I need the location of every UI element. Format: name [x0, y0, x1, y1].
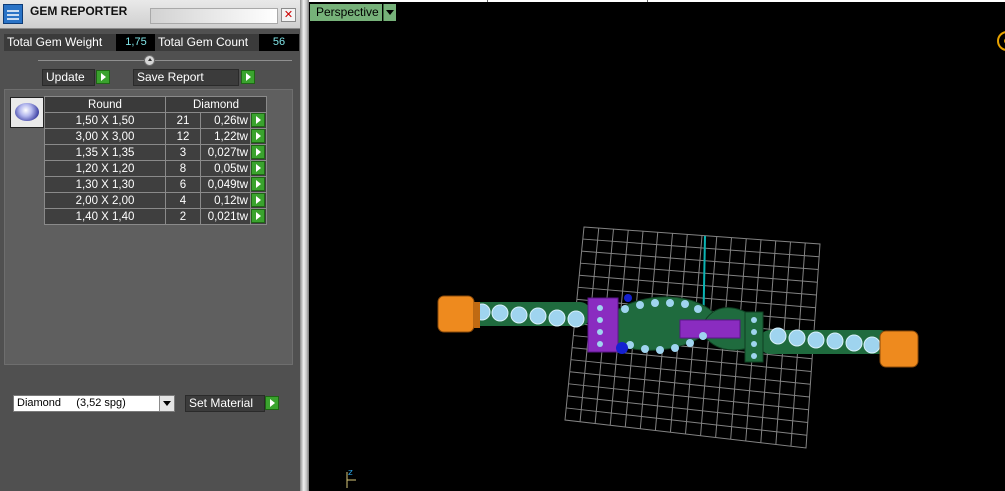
axis-gizmo-icon: z [344, 466, 358, 488]
axis-gizmo-label: z [348, 468, 353, 478]
ring-shank-left [437, 295, 590, 333]
ring-shank-right [760, 327, 919, 368]
ring-model-scene [437, 226, 919, 449]
view-cube-icon[interactable] [997, 30, 1005, 52]
